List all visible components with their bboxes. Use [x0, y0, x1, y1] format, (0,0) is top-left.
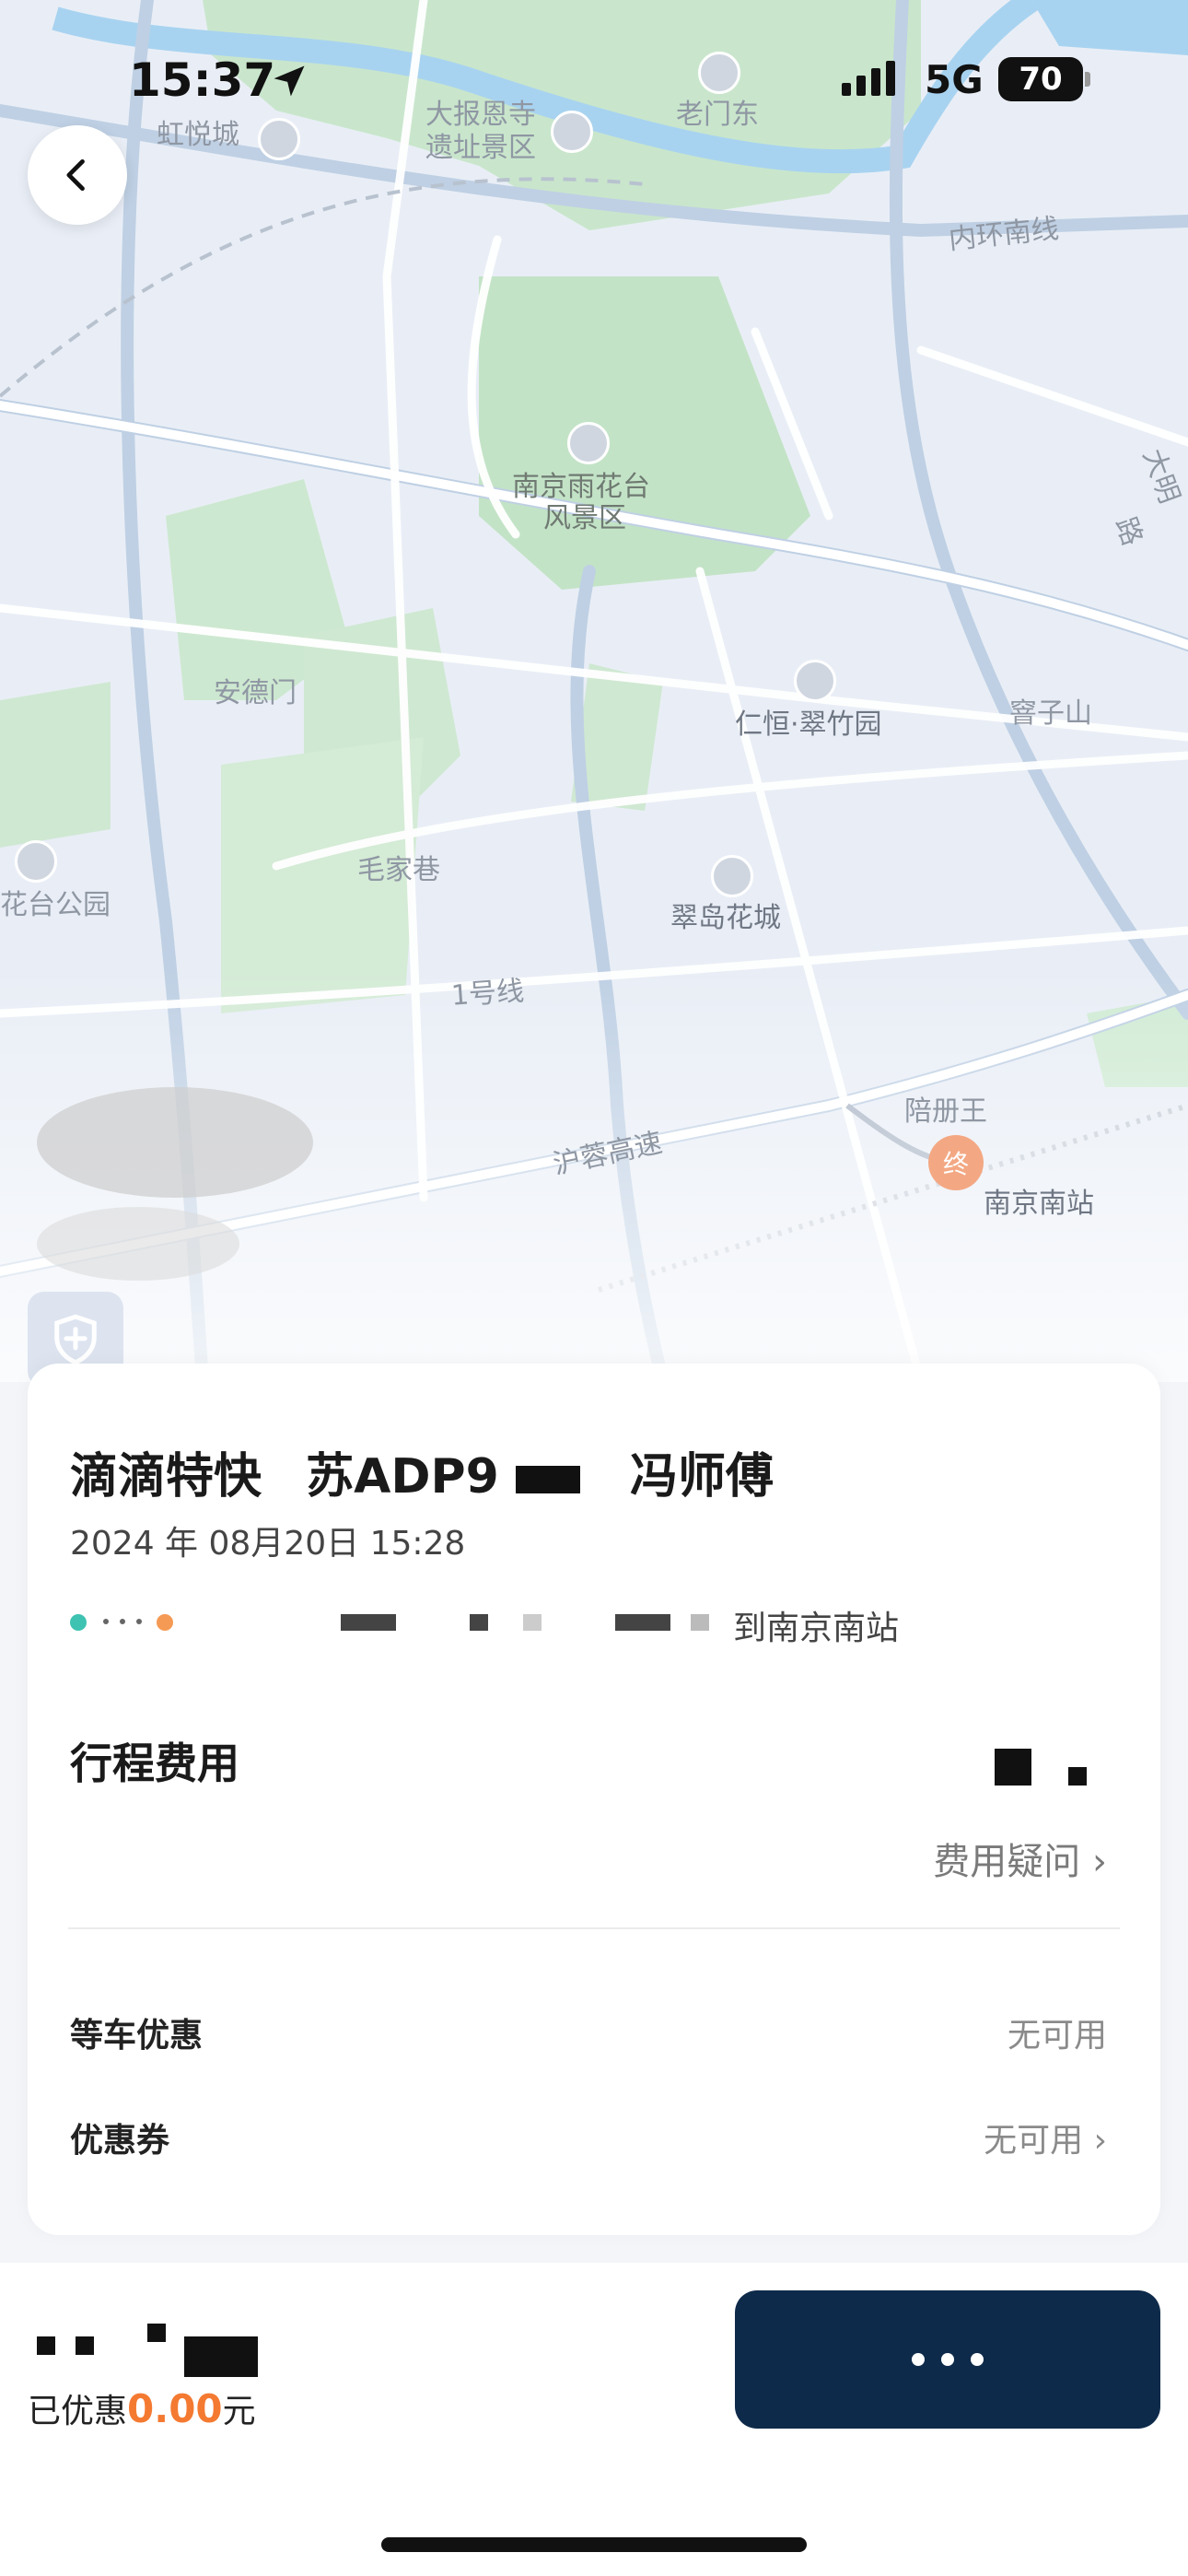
back-chevron-icon [66, 158, 85, 192]
building-icon [794, 660, 836, 702]
tree-icon [15, 840, 57, 883]
map-label: 陪册王 [904, 1095, 987, 1128]
discount-suffix: 元 [222, 2393, 256, 2430]
fee-question-label: 费用疑问 [933, 1841, 1081, 1883]
redacted-price [37, 2336, 55, 2355]
battery-icon: 70 [998, 57, 1083, 101]
destination-pin-icon: 终 [928, 1135, 984, 1190]
fee-title: 行程费用 [70, 1739, 239, 1788]
redacted-price [76, 2336, 94, 2355]
map-label: 虹悦城 [157, 119, 239, 151]
map-label: 毛家巷 [357, 854, 440, 886]
map-label: 翠岛花城 [670, 902, 781, 934]
shield-plus-icon [54, 1314, 97, 1365]
battery-tip [1085, 72, 1090, 87]
chevron-right-icon: › [1092, 1841, 1107, 1883]
bottom-bar: 已优惠0.00元 [0, 2263, 1188, 2576]
map-label: 遗址景区 [425, 132, 536, 164]
waiting-discount-value: 无可用 [1007, 2017, 1107, 2055]
map-label: 南京南站 [984, 1188, 1094, 1220]
end-dot-icon [157, 1614, 173, 1631]
map-label: 1号线 [449, 975, 526, 1013]
redacted-price [147, 2324, 166, 2342]
route-dots-icon [103, 1619, 109, 1624]
home-indicator[interactable] [381, 2537, 807, 2552]
poi-icon-hongyuecheng [258, 118, 300, 160]
map-view[interactable]: 虹悦城 大报恩寺 遗址景区 老门东 内环南线 南京雨花台 风景区 大明 路 安德… [0, 0, 1188, 1382]
coupon-value: 无可用 [984, 2122, 1084, 2160]
plate-number: 苏ADP9 [306, 1449, 499, 1505]
more-dots-icon [912, 2353, 925, 2366]
redacted-fee [1068, 1767, 1087, 1786]
redacted-fee [995, 1749, 1031, 1786]
redacted-address [341, 1614, 396, 1631]
waiting-discount-label: 等车优惠 [70, 2017, 204, 2055]
redacted-plate [515, 1466, 580, 1493]
building-icon [711, 855, 753, 897]
chevron-right-icon: › [1093, 2122, 1107, 2160]
redacted-address [470, 1614, 488, 1631]
discount-value: 0.00 [127, 2386, 223, 2431]
coupon-selector[interactable]: 无可用 › [984, 2113, 1107, 2161]
location-arrow-icon [274, 65, 305, 97]
route-dots-icon [136, 1619, 142, 1624]
network-type: 5G [925, 57, 984, 102]
signal-icon [842, 61, 895, 96]
route-summary: 到南京南站 [70, 1601, 1083, 1647]
more-dots-icon [971, 2353, 984, 2366]
map-label: 花台公园 [0, 889, 111, 921]
map-label: 风景区 [543, 502, 626, 534]
map-label: 安德门 [214, 677, 297, 709]
map-label: 窨子山 [1009, 697, 1092, 730]
service-name: 滴滴特快 [70, 1449, 262, 1505]
redacted-address [691, 1614, 709, 1631]
trip-date: 2024 年 08月20日 15:28 [70, 1525, 466, 1563]
mountain-icon [698, 52, 740, 94]
more-dots-icon [941, 2353, 954, 2366]
back-button[interactable] [28, 125, 127, 225]
mountain-icon [551, 111, 593, 153]
redacted-price [184, 2336, 258, 2377]
driver-name: 冯师傅 [630, 1449, 775, 1505]
divider [68, 1927, 1120, 1929]
map-label: 大报恩寺 [425, 99, 536, 131]
more-button[interactable] [735, 2290, 1160, 2429]
status-time: 15:37 [129, 53, 276, 107]
start-dot-icon [70, 1614, 87, 1631]
map-roads [0, 0, 1188, 1382]
map-label: 仁恒·翠竹园 [735, 708, 882, 741]
redacted-address [615, 1614, 670, 1631]
discount-summary: 已优惠0.00元 [28, 2384, 256, 2432]
map-label: 南京雨花台 [512, 471, 650, 503]
trip-title: 滴滴特快 苏ADP9 冯师傅 [70, 1437, 801, 1506]
redacted-address [523, 1614, 542, 1631]
mountain-icon [567, 422, 610, 464]
destination-text: 到南京南站 [733, 1610, 900, 1647]
discount-prefix: 已优惠 [28, 2393, 128, 2430]
trip-card: 滴滴特快 苏ADP9 冯师傅 2024 年 08月20日 15:28 到南京南站… [28, 1364, 1160, 2235]
route-dots-icon [120, 1619, 125, 1624]
fee-question-link[interactable]: 费用疑问 › [933, 1832, 1107, 1885]
map-label: 老门东 [676, 99, 759, 131]
coupon-label: 优惠券 [70, 2122, 170, 2160]
